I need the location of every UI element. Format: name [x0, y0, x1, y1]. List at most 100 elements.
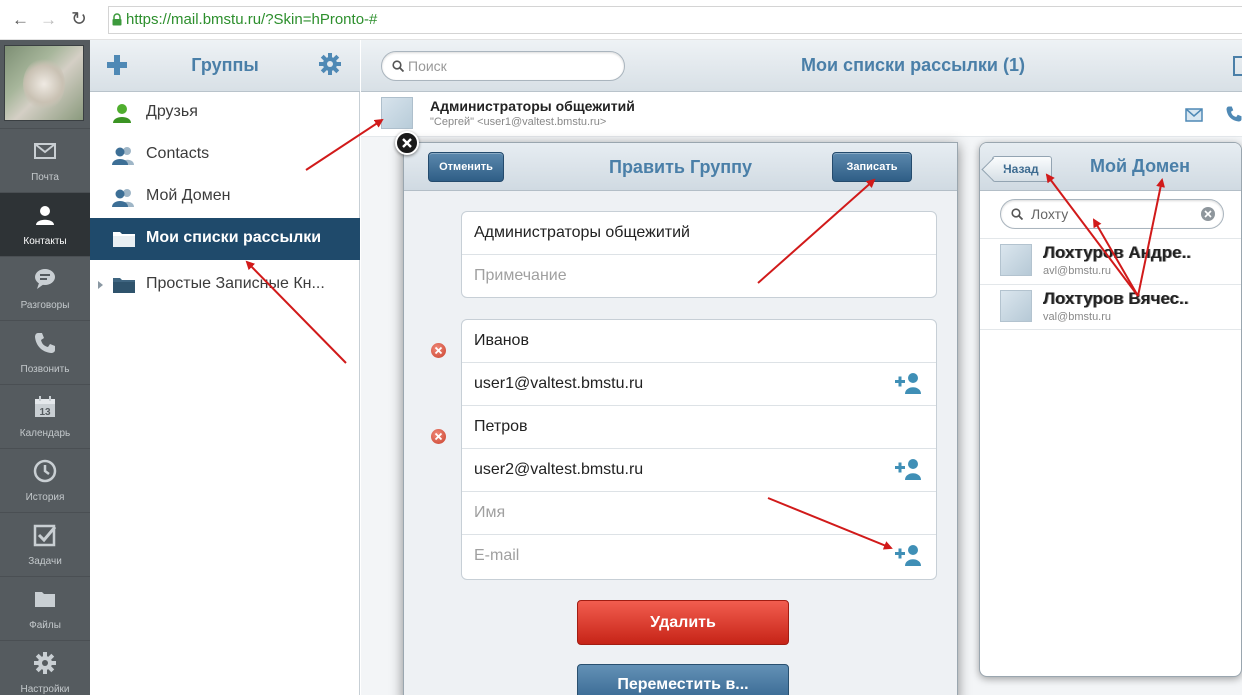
note-field[interactable]: Примечание	[462, 255, 936, 298]
nav-call-label: Позвонить	[20, 364, 70, 375]
person-green-icon	[113, 104, 131, 123]
browser-address-bar: ← → ↻ https://mail.bmstu.ru/?Skin=hPront…	[0, 0, 1242, 40]
list-item[interactable]: Администраторы общежитий "Сергей" <user1…	[361, 92, 1242, 137]
user-avatar[interactable]	[4, 45, 84, 121]
domain-contacts-panel: Назад Мой Домен Лохту Лохтуров Андре.. a…	[979, 142, 1242, 677]
member-name-field[interactable]: Петров	[462, 406, 936, 449]
member-name: Иванов	[474, 332, 529, 349]
nav-history[interactable]: История	[0, 448, 90, 512]
chat-icon	[35, 269, 55, 289]
domain-panel-header: Назад Мой Домен	[980, 143, 1241, 191]
nav-files[interactable]: Файлы	[0, 576, 90, 640]
contact-avatar	[381, 97, 413, 129]
remove-member-button[interactable]	[431, 343, 446, 358]
nav-chats-label: Разговоры	[20, 300, 70, 311]
members-card: Иванов user1@valtest.bmstu.ru Петров use…	[461, 319, 937, 580]
group-info-card: Администраторы общежитий Примечание	[461, 211, 937, 298]
person-icon	[36, 206, 54, 225]
back-button[interactable]: Назад	[992, 156, 1052, 182]
reload-icon[interactable]: ↻	[71, 8, 87, 31]
nav-tasks-label: Задачи	[28, 556, 62, 567]
group-item-contacts[interactable]: Contacts	[90, 134, 360, 176]
group-item-my-domain[interactable]: Мой Домен	[90, 176, 360, 218]
groups-header: Группы	[90, 40, 360, 92]
group-item-label: Мой Домен	[146, 187, 231, 204]
close-dialog-button[interactable]	[395, 131, 419, 155]
nav-mail[interactable]: Почта	[0, 128, 90, 192]
folder-icon	[113, 232, 135, 247]
contact-name: Лохтуров Вячес..	[1043, 289, 1189, 308]
domain-search-value: Лохту	[1031, 206, 1069, 222]
page-title: Мои списки рассылки (1)	[801, 55, 1025, 75]
nav-calendar-label: Календарь	[19, 428, 71, 439]
nav-contacts[interactable]: Контакты	[0, 192, 90, 256]
member-name: Петров	[474, 418, 528, 435]
nav-chats[interactable]: Разговоры	[0, 256, 90, 320]
group-item-label: Друзья	[146, 103, 198, 120]
nav-tasks[interactable]: Задачи	[0, 512, 90, 576]
list-item[interactable]: Лохтуров Андре.. avl@bmstu.ru	[980, 238, 1241, 284]
add-contact-icon[interactable]	[892, 371, 922, 395]
main-header: Поиск Мои списки рассылки (1)	[361, 40, 1242, 92]
contact-email: avl@bmstu.ru	[1043, 265, 1112, 277]
nav-calendar[interactable]: 13 Календарь	[0, 384, 90, 448]
gear-icon[interactable]	[318, 52, 342, 76]
group-item-address-books[interactable]: Простые Записные Кн...	[90, 264, 360, 306]
contact-avatar	[1000, 290, 1032, 322]
close-icon	[434, 432, 443, 441]
gear-icon	[34, 652, 56, 674]
remove-member-button[interactable]	[431, 429, 446, 444]
group-name-value: Администраторы общежитий	[474, 224, 690, 241]
checkbox-icon	[33, 524, 57, 547]
compose-icon[interactable]	[1233, 56, 1242, 76]
group-item-label: Простые Записные Кн...	[146, 275, 325, 292]
note-placeholder: Примечание	[474, 267, 567, 284]
member-email: user2@valtest.bmstu.ru	[474, 461, 644, 478]
search-icon	[1011, 208, 1023, 220]
contact-email: "Сергей" <user1@valtest.bmstu.ru>	[430, 116, 607, 128]
envelope-icon[interactable]	[1185, 108, 1203, 122]
url-text: https://mail.bmstu.ru/?Skin=hPronto-#	[126, 11, 378, 28]
nav-settings[interactable]: Настройки	[0, 640, 90, 695]
move-to-button[interactable]: Переместить в...	[577, 664, 789, 695]
new-member-email-field[interactable]: E-mail	[462, 535, 936, 578]
clock-icon	[33, 459, 57, 483]
group-item-mailing-lists[interactable]: Мои списки рассылки	[90, 218, 360, 260]
nav-contacts-label: Контакты	[23, 236, 67, 247]
member-email-field[interactable]: user1@valtest.bmstu.ru	[462, 363, 936, 406]
people-icon	[112, 189, 134, 207]
member-email: user1@valtest.bmstu.ru	[474, 375, 644, 392]
contact-email: val@bmstu.ru	[1043, 311, 1112, 323]
nav-history-label: История	[25, 492, 65, 503]
save-button[interactable]: Записать	[832, 152, 912, 182]
group-item-friends[interactable]: Друзья	[90, 92, 360, 134]
clear-search-icon[interactable]	[1201, 207, 1215, 221]
group-name-field[interactable]: Администраторы общежитий	[462, 212, 936, 255]
phone-icon[interactable]	[1225, 104, 1242, 124]
member-email-field[interactable]: user2@valtest.bmstu.ru	[462, 449, 936, 492]
dialog-header: Отменить Править Группу Записать	[404, 143, 957, 191]
add-contact-icon[interactable]	[892, 543, 922, 567]
url-field[interactable]: https://mail.bmstu.ru/?Skin=hPronto-#	[108, 6, 1242, 34]
groups-panel: Группы Друзья Contacts Мой Домен Мои спи…	[90, 40, 360, 695]
group-item-label: Contacts	[146, 145, 210, 162]
add-contact-icon[interactable]	[892, 457, 922, 481]
calendar-day: 13	[39, 407, 51, 418]
search-input[interactable]: Поиск	[381, 51, 625, 81]
expand-caret-icon[interactable]	[98, 281, 103, 289]
forward-arrow-icon[interactable]: →	[40, 10, 57, 30]
nav-call[interactable]: Позвонить	[0, 320, 90, 384]
close-icon	[434, 346, 443, 355]
search-icon	[392, 60, 404, 72]
domain-search-input[interactable]: Лохту	[1000, 199, 1224, 229]
app-sidebar: Почта Контакты Разговоры Позвонить 13 Ка…	[0, 40, 90, 695]
back-arrow-icon[interactable]: ←	[12, 10, 29, 30]
edit-group-dialog: Отменить Править Группу Записать Админис…	[403, 142, 958, 695]
list-item[interactable]: Лохтуров Вячес.. val@bmstu.ru	[980, 284, 1241, 330]
member-name-field[interactable]: Иванов	[462, 320, 936, 363]
screenshot-root: ← → ↻ https://mail.bmstu.ru/?Skin=hPront…	[0, 0, 1242, 695]
new-member-name-field[interactable]: Имя	[462, 492, 936, 535]
delete-button[interactable]: Удалить	[577, 600, 789, 645]
folder-icon	[113, 278, 135, 293]
phone-icon	[35, 333, 55, 353]
